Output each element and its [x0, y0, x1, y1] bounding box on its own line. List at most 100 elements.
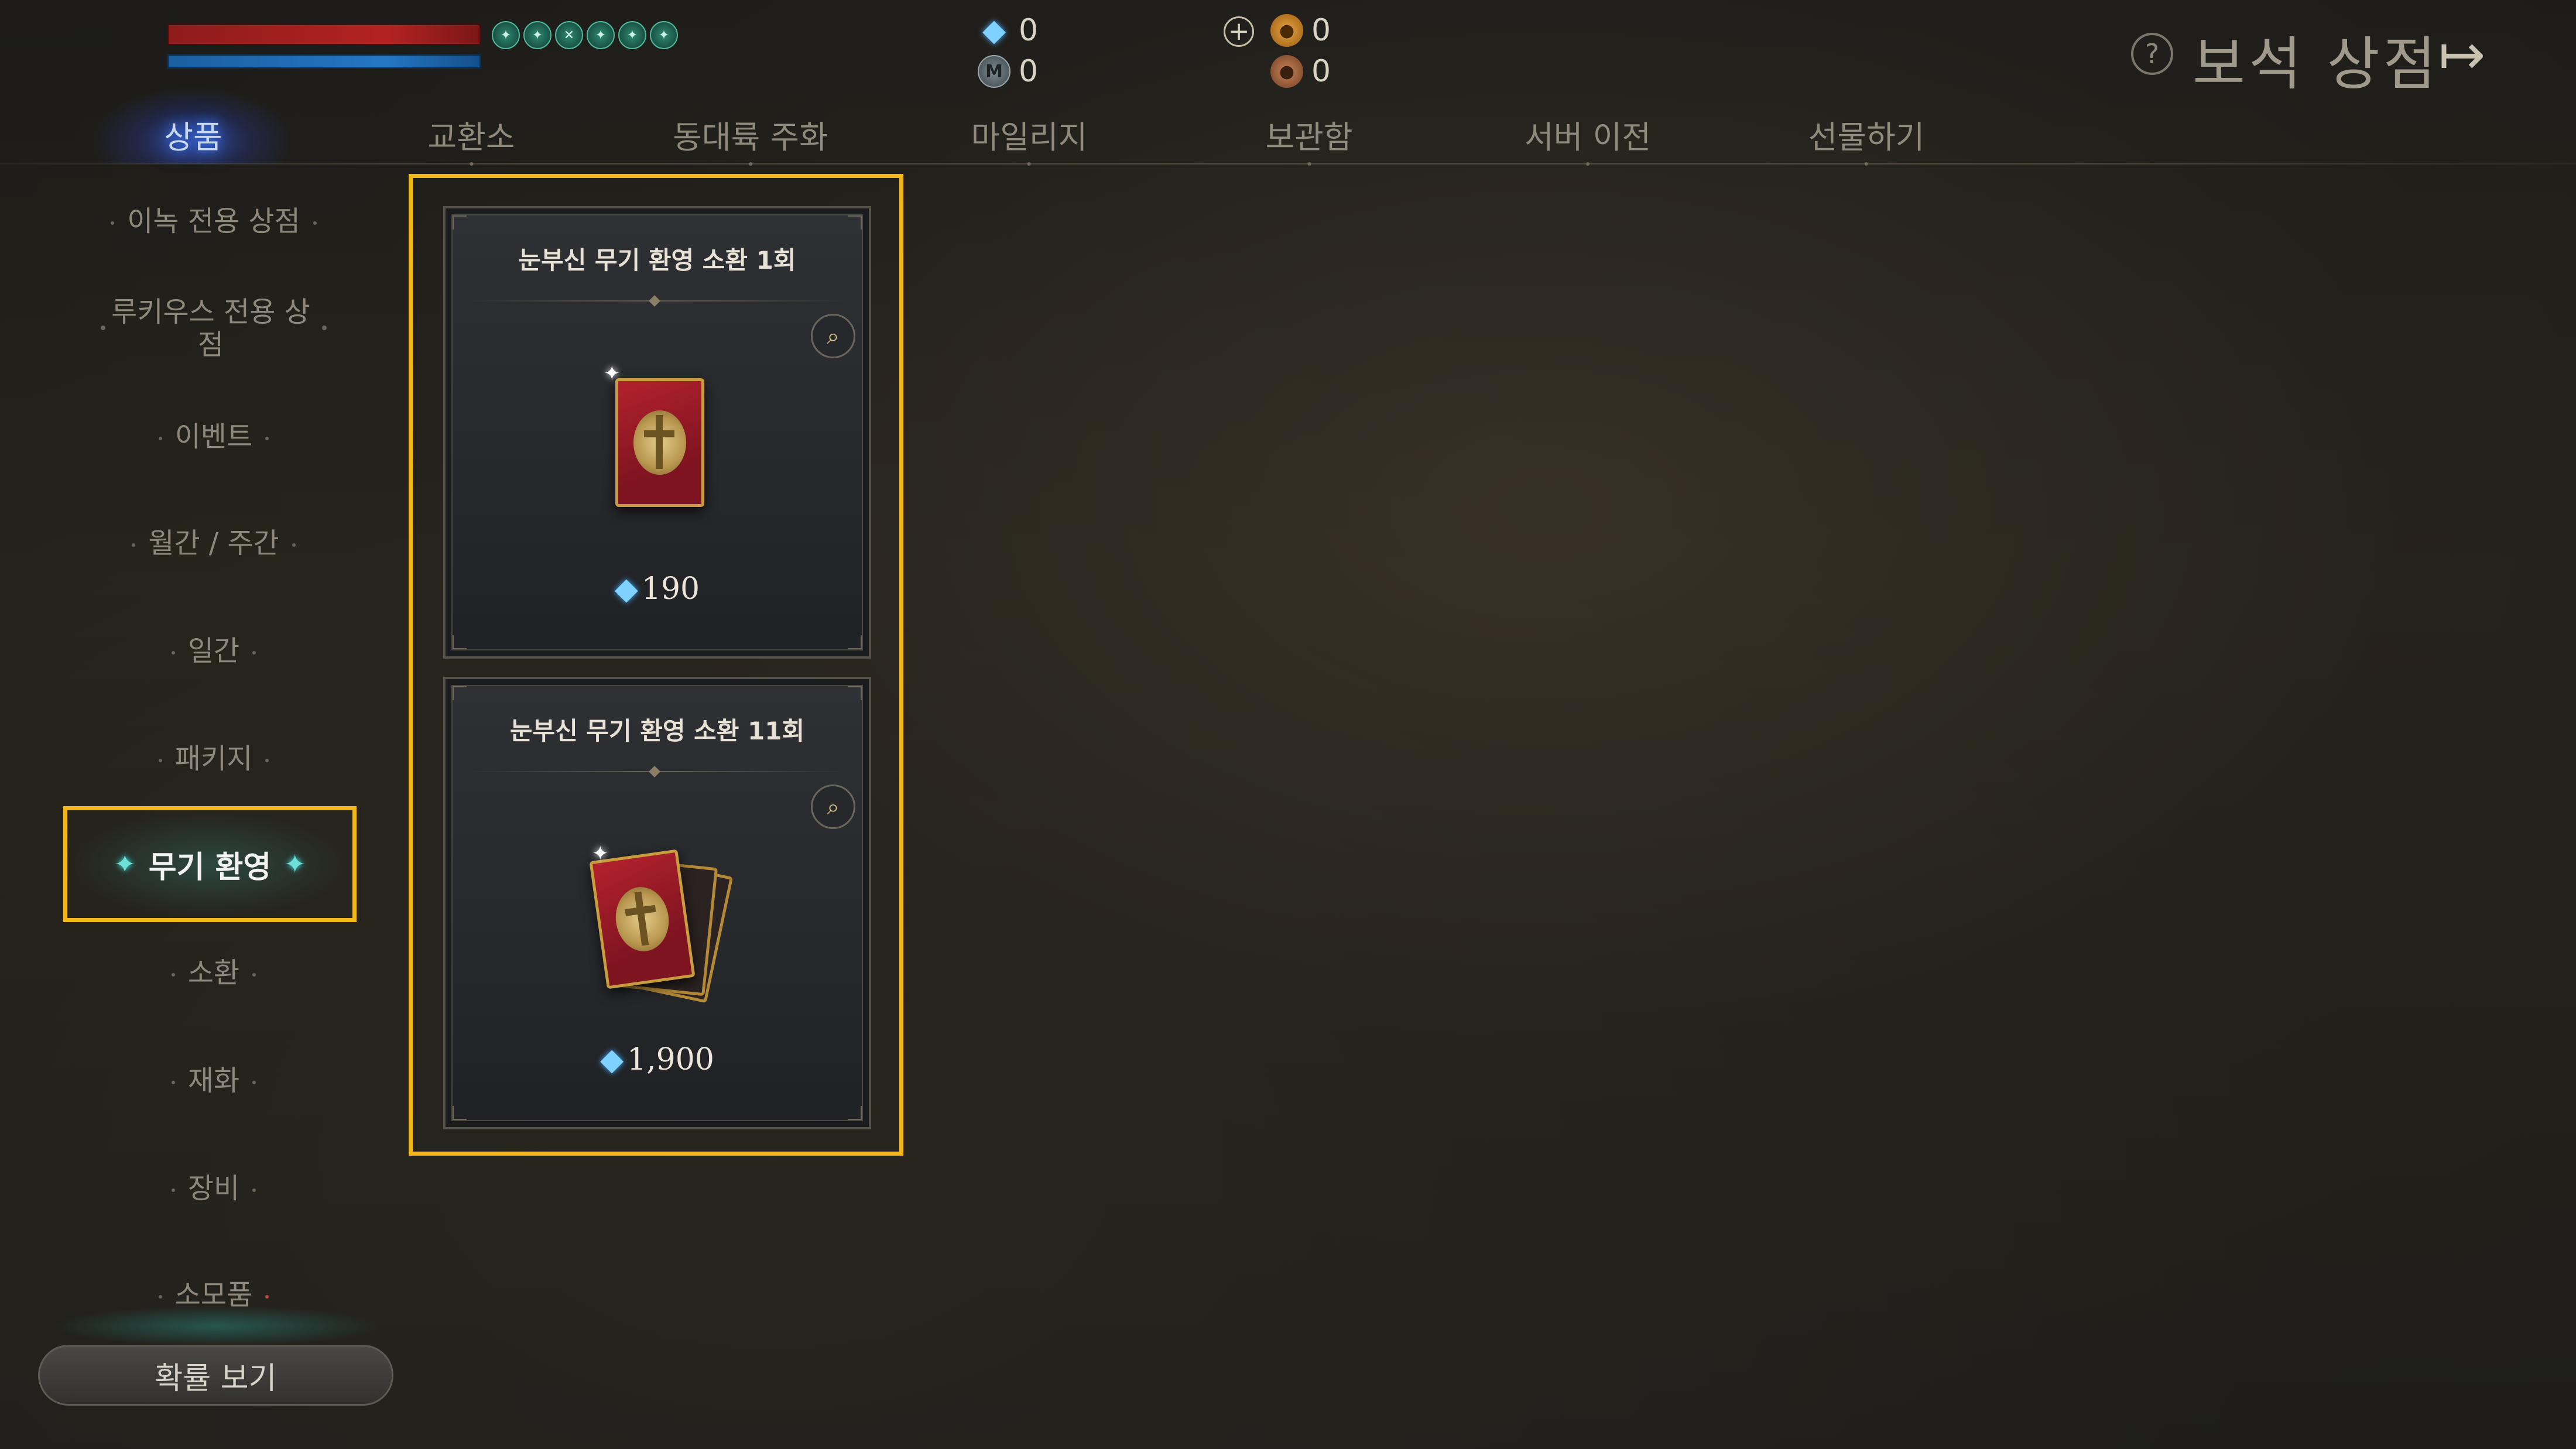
- tab-label: 상품: [164, 119, 222, 156]
- blue-gem-icon: ◆: [614, 571, 638, 607]
- mileage-amount: 0: [1019, 54, 1039, 89]
- tab-server-transfer[interactable]: 서버 이전: [1525, 111, 1651, 166]
- bullet-dot: [158, 759, 162, 762]
- buff-icon: ✦: [650, 21, 678, 49]
- sparkle-icon: ✦: [284, 849, 306, 879]
- bronze-amount: 0: [1311, 54, 1331, 89]
- sidebar-item-label: 이벤트: [174, 420, 253, 453]
- price-amount: 1,900: [627, 1042, 714, 1077]
- bullet-dot: [322, 326, 327, 330]
- tab-label: 마일리지: [971, 119, 1088, 156]
- card-corner: [848, 635, 862, 649]
- bullet-dot: [313, 221, 317, 225]
- divider-ornament: [649, 295, 660, 307]
- blue-gem-currency: ◆ 0: [978, 13, 1038, 48]
- tab-storage[interactable]: 보관함: [1265, 111, 1353, 166]
- sidebar-item-equipment[interactable]: 장비: [35, 1171, 392, 1206]
- card-corner: [848, 215, 862, 229]
- main-tabs: 상품 교환소 동대륙 주화 마일리지 보관함 서버 이전 선물하기: [0, 111, 2576, 166]
- bullet-dot: [265, 1295, 269, 1299]
- product-price: ◆ 1,900: [446, 1042, 869, 1077]
- bronze-currency: ● 0: [1270, 54, 1331, 89]
- bronze-coin-icon: ●: [1270, 55, 1303, 88]
- product-card[interactable]: 눈부신 무기 환영 소환 11회 ⌕ ✦ ◆ 1,900: [443, 677, 871, 1129]
- card-corner: [453, 686, 467, 700]
- add-currency-icon[interactable]: +: [1224, 16, 1254, 47]
- sidebar-item-label: 장비: [187, 1172, 240, 1205]
- sidebar-item-enok-shop[interactable]: 이녹 전용 상점: [35, 204, 392, 239]
- product-name: 눈부신 무기 환영 소환 11회: [509, 717, 805, 745]
- tab-label: 서버 이전: [1525, 119, 1651, 156]
- card-sword-guard: [644, 430, 674, 437]
- bullet-dot: [171, 1188, 175, 1192]
- summon-card-image: [589, 849, 696, 989]
- gold-currency: ● 0: [1270, 13, 1331, 48]
- view-probability-button[interactable]: 확률 보기: [38, 1345, 393, 1406]
- page-title: 보석 상점: [2193, 31, 2440, 98]
- card-corner: [453, 635, 467, 649]
- sparkle-icon: ✦: [604, 362, 621, 385]
- tab-label: 보관함: [1265, 119, 1353, 156]
- sidebar-item-label: 일간: [187, 635, 240, 667]
- magnifier-icon[interactable]: ⌕: [811, 785, 855, 829]
- bullet-dot: [252, 1188, 256, 1192]
- mileage-icon: M: [978, 55, 1010, 88]
- sidebar-item-event[interactable]: 이벤트: [35, 419, 392, 454]
- bullet-dot: [132, 543, 136, 547]
- tab-east-continent-coin[interactable]: 동대륙 주화: [673, 111, 828, 166]
- bullet-dot: [252, 973, 256, 977]
- product-card[interactable]: 눈부신 무기 환영 소환 1회 ⌕ ✦ ◆ 190: [443, 206, 871, 659]
- sidebar-scroll-glow: [53, 1306, 381, 1347]
- exit-icon[interactable]: ↦: [2438, 22, 2515, 87]
- blue-gem-icon: ◆: [982, 13, 1006, 48]
- mp-bar: [167, 54, 481, 69]
- sidebar-item-label: 소환: [187, 957, 240, 989]
- tab-label: 동대륙 주화: [673, 119, 828, 156]
- sidebar-item-label: 월간 / 주간: [148, 527, 279, 560]
- tab-products[interactable]: 상품: [164, 111, 222, 157]
- bullet-dot: [158, 1295, 162, 1299]
- gold-coin-icon: ●: [1270, 14, 1303, 47]
- sidebar-item-package[interactable]: 패키지: [35, 741, 392, 776]
- bullet-dot: [171, 1081, 175, 1084]
- blue-gem-amount: 0: [1019, 13, 1039, 48]
- summon-card-image: [615, 378, 704, 507]
- sidebar-item-weapon-illusion[interactable]: ✦ 무기 환영 ✦: [63, 806, 357, 922]
- blue-gem-icon: ◆: [600, 1042, 624, 1077]
- product-price: ◆ 190: [446, 571, 869, 607]
- tab-label: 선물하기: [1808, 119, 1925, 156]
- bullet-dot: [292, 543, 296, 547]
- sidebar-item-currency[interactable]: 재화: [35, 1063, 392, 1098]
- sparkle-icon: ✦: [114, 849, 136, 879]
- bullet-dot: [265, 437, 269, 440]
- sidebar-item-daily[interactable]: 일간: [35, 633, 392, 669]
- bullet-dot: [101, 326, 105, 330]
- help-icon[interactable]: ?: [2131, 33, 2173, 75]
- product-list: 눈부신 무기 환영 소환 1회 ⌕ ✦ ◆ 190 눈부신 무기 환영 소환 11…: [409, 174, 903, 1156]
- bullet-dot: [111, 221, 115, 225]
- mileage-currency: M 0: [978, 54, 1038, 89]
- magnifier-icon[interactable]: ⌕: [811, 314, 855, 358]
- sidebar-item-summon[interactable]: 소환: [35, 955, 392, 991]
- product-name: 눈부신 무기 환영 소환 1회: [518, 246, 796, 275]
- sidebar-item-label: 루키우스 전용 상점: [111, 296, 310, 361]
- hp-bar: [167, 23, 481, 46]
- buff-icon: ✕: [555, 21, 583, 49]
- tab-gift[interactable]: 선물하기: [1808, 111, 1925, 166]
- tab-exchange[interactable]: 교환소: [427, 111, 515, 166]
- sidebar-item-label: 무기 환영: [148, 849, 272, 885]
- tab-divider: [0, 163, 2576, 165]
- bullet-dot: [265, 759, 269, 762]
- card-corner: [453, 215, 467, 229]
- sidebar-item-label: 재화: [187, 1064, 240, 1097]
- tab-mileage[interactable]: 마일리지: [971, 111, 1088, 166]
- buff-icons: ✦ ✦ ✕ ✦ ✦ ✦: [492, 21, 678, 49]
- sidebar-item-label: 이녹 전용 상점: [127, 205, 300, 238]
- sidebar-item-monthly-weekly[interactable]: 월간 / 주간: [35, 526, 392, 561]
- bullet-dot: [158, 437, 162, 440]
- divider-ornament: [649, 766, 660, 777]
- sidebar-item-lucius-shop[interactable]: 루키우스 전용 상점: [102, 296, 319, 361]
- bullet-dot: [252, 1081, 256, 1084]
- buff-icon: ✦: [523, 21, 551, 49]
- price-amount: 190: [641, 571, 700, 607]
